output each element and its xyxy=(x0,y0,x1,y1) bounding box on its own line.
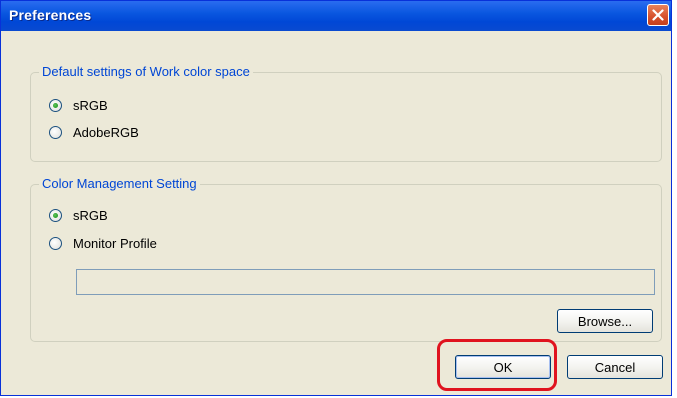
radio-selected-dot xyxy=(53,103,58,108)
browse-button[interactable]: Browse... xyxy=(557,309,653,333)
radio-cms-monitor-profile[interactable]: Monitor Profile xyxy=(49,236,209,254)
cancel-button[interactable]: Cancel xyxy=(567,355,663,379)
radio-button[interactable] xyxy=(49,209,62,222)
radio-monitor-profile-label: Monitor Profile xyxy=(73,236,157,251)
preferences-dialog: Preferences Default settings of Work col… xyxy=(0,0,672,396)
close-button[interactable] xyxy=(647,4,669,26)
radio-work-srgb-label: sRGB xyxy=(73,98,108,113)
ok-highlight-annotation xyxy=(437,339,557,391)
radio-button[interactable] xyxy=(49,99,62,112)
work-color-space-group: Default settings of Work color space sRG… xyxy=(30,64,662,162)
work-color-space-legend: Default settings of Work color space xyxy=(39,64,253,80)
radio-selected-dot xyxy=(53,213,58,218)
radio-work-adobergb[interactable]: AdobeRGB xyxy=(49,125,189,143)
color-management-group: Color Management Setting sRGB Monitor Pr… xyxy=(30,176,662,342)
color-management-legend: Color Management Setting xyxy=(39,176,200,192)
radio-cms-srgb-label: sRGB xyxy=(73,208,108,223)
radio-cms-srgb[interactable]: sRGB xyxy=(49,208,169,226)
radio-button[interactable] xyxy=(49,237,62,250)
title-bar[interactable]: Preferences xyxy=(1,1,671,31)
radio-button[interactable] xyxy=(49,126,62,139)
radio-work-srgb[interactable]: sRGB xyxy=(49,98,169,116)
radio-work-adobergb-label: AdobeRGB xyxy=(73,125,139,140)
dialog-title: Preferences xyxy=(9,7,92,23)
profile-path-field[interactable] xyxy=(76,269,655,295)
